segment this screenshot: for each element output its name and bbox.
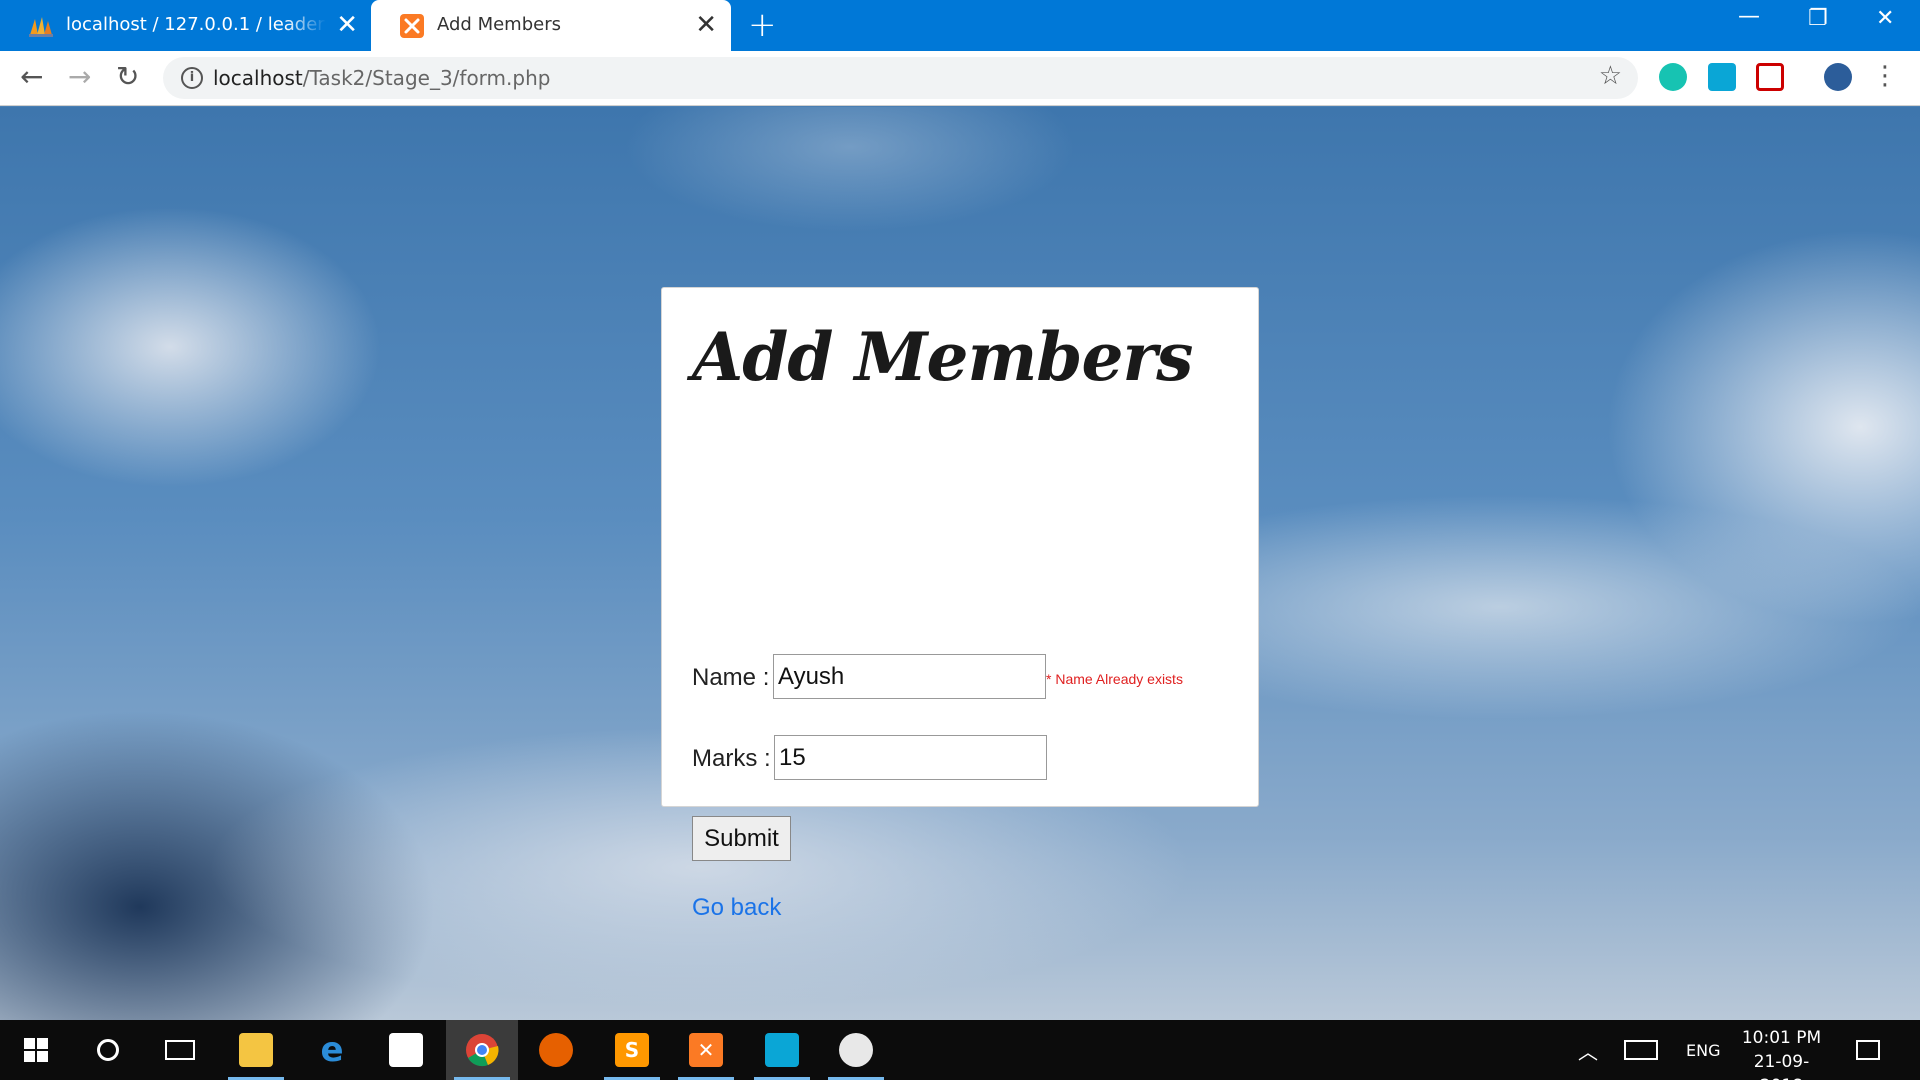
profile-avatar[interactable] xyxy=(1824,63,1852,91)
taskbar-paint[interactable] xyxy=(820,1020,892,1080)
name-input[interactable]: Ayush xyxy=(773,654,1046,699)
xampp-icon: ✕ xyxy=(689,1033,723,1067)
name-error-message: * Name Already exists xyxy=(1046,671,1183,687)
tab-phpmyadmin[interactable]: localhost / 127.0.0.1 / leaderboard ✕ xyxy=(0,0,370,51)
keyboard-icon[interactable] xyxy=(1624,1020,1658,1080)
name-label: Name : xyxy=(692,664,770,691)
marks-input[interactable]: 15 xyxy=(774,735,1047,780)
taskbar-firefox[interactable] xyxy=(520,1020,592,1080)
taskbar-xampp[interactable]: ✕ xyxy=(670,1020,742,1080)
clock-date: 21-09-2018 xyxy=(1753,1052,1810,1080)
new-tab-button[interactable]: + xyxy=(748,8,777,42)
close-window-icon[interactable]: ✕ xyxy=(1876,6,1894,31)
back-arrow-icon[interactable]: ← xyxy=(20,61,43,93)
firefox-icon xyxy=(539,1033,573,1067)
chrome-icon xyxy=(466,1034,499,1067)
start-button[interactable] xyxy=(0,1020,72,1080)
xampp-icon xyxy=(400,14,424,38)
sublime-text-icon: S xyxy=(615,1033,649,1067)
marks-label: Marks : xyxy=(692,745,771,772)
extension-remote-icon[interactable] xyxy=(1708,63,1736,91)
page-title: Add Members xyxy=(692,318,1193,396)
task-view-icon xyxy=(165,1040,195,1060)
remote-desktop-icon xyxy=(765,1033,799,1067)
edge-icon: e xyxy=(320,1030,344,1070)
search-button[interactable] xyxy=(72,1020,144,1080)
browser-titlebar: localhost / 127.0.0.1 / leaderboard ✕ Ad… xyxy=(0,0,1920,51)
taskbar-store[interactable] xyxy=(370,1020,442,1080)
tab-title: Add Members xyxy=(437,14,561,35)
taskbar: e S ✕ ︿ ENG 10:01 PM 21-09-2018 xyxy=(0,1020,1920,1080)
address-bar[interactable]: i localhost/Task2/Stage_3/form.php ☆ xyxy=(163,57,1638,99)
phpmyadmin-icon xyxy=(29,17,53,37)
clock-time: 10:01 PM xyxy=(1741,1028,1822,1048)
taskbar-sublime[interactable]: S xyxy=(596,1020,668,1080)
reload-icon[interactable]: ↻ xyxy=(116,61,139,93)
store-icon xyxy=(389,1033,423,1067)
task-view-button[interactable] xyxy=(144,1020,216,1080)
forward-arrow-icon[interactable]: → xyxy=(68,61,91,93)
taskbar-remote-app[interactable] xyxy=(746,1020,818,1080)
minimize-icon[interactable]: — xyxy=(1738,4,1760,29)
form-card: Add Members Name : Ayush * Name Already … xyxy=(661,287,1259,921)
chevron-up-icon[interactable]: ︿ xyxy=(1578,1020,1598,1080)
close-icon[interactable]: ✕ xyxy=(336,10,358,40)
tab-title: localhost / 127.0.0.1 / leaderboard xyxy=(66,14,326,35)
taskbar-file-explorer[interactable] xyxy=(220,1020,292,1080)
taskbar-edge[interactable]: e xyxy=(296,1020,368,1080)
url-text[interactable]: localhost/Task2/Stage_3/form.php xyxy=(213,66,550,90)
tab-add-members[interactable]: Add Members ✕ xyxy=(371,0,731,51)
page-background: Add Members Name : Ayush * Name Already … xyxy=(0,107,1920,1020)
paint-palette-icon xyxy=(839,1033,873,1067)
language-indicator[interactable]: ENG xyxy=(1686,1020,1720,1080)
extension-m-icon[interactable] xyxy=(1659,63,1687,91)
taskbar-chrome[interactable] xyxy=(446,1020,518,1080)
go-back-link[interactable]: Go back xyxy=(692,894,781,922)
close-icon[interactable]: ✕ xyxy=(695,10,717,40)
info-icon[interactable]: i xyxy=(181,67,203,89)
bookmark-star-icon[interactable]: ☆ xyxy=(1599,61,1622,91)
windows-icon xyxy=(24,1038,48,1062)
system-clock[interactable]: 10:01 PM 21-09-2018 xyxy=(1734,1026,1829,1080)
folder-icon xyxy=(239,1033,273,1067)
submit-button[interactable]: Submit xyxy=(692,816,791,861)
browser-toolbar: ← → ↻ i localhost/Task2/Stage_3/form.php… xyxy=(0,51,1920,106)
cortana-circle-icon xyxy=(97,1039,119,1061)
menu-icon[interactable]: ⋮ xyxy=(1872,61,1898,91)
restore-icon[interactable]: ❐ xyxy=(1808,6,1828,31)
notifications-icon[interactable] xyxy=(1856,1020,1880,1080)
extension-pocket-icon[interactable] xyxy=(1756,63,1784,91)
